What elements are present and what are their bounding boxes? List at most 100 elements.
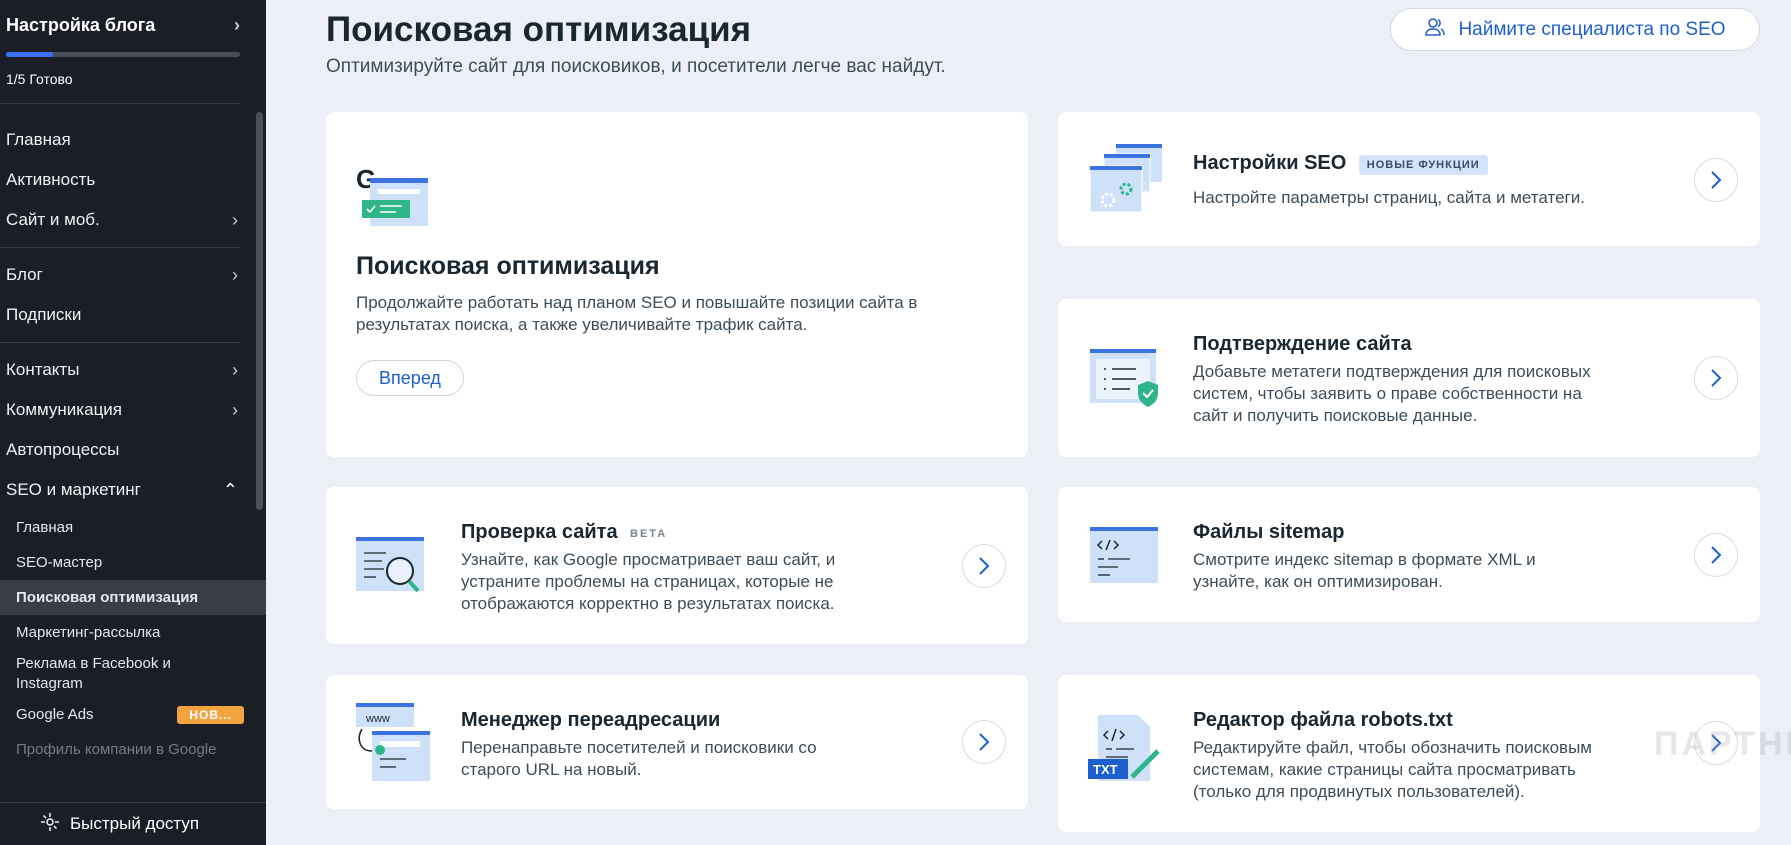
hero-card: G Поисковая оптимизация Продолжайте рабо… xyxy=(326,112,1028,457)
seo-search-illustration: G xyxy=(356,164,430,235)
sidebar-item[interactable]: Сайт и моб. › xyxy=(0,200,266,240)
desc-line: Перенаправьте посетителей и поисковики с… xyxy=(461,738,817,757)
site-verification-card[interactable]: Подтверждение сайта Добавьте метатеги по… xyxy=(1058,299,1760,457)
sitemap-illustration xyxy=(1090,527,1160,590)
sidebar-subitem[interactable]: Поисковая оптимизация xyxy=(0,580,266,615)
site-verification-illustration xyxy=(1090,349,1162,416)
sidebar: Настройка блога › 1/5 Готово Главная Акти… xyxy=(0,0,266,845)
sidebar-item[interactable]: Активность xyxy=(0,160,266,200)
desc-line: Добавьте метатеги подтверждения для поис… xyxy=(1193,362,1591,381)
redirect-illustration: www xyxy=(356,703,432,788)
setup-progress-text: 1/5 Готово xyxy=(6,71,73,87)
chevron-up-icon: ⌃ xyxy=(222,479,238,500)
redirect-manager-arrow-button[interactable] xyxy=(962,720,1006,764)
txt-label: TXT xyxy=(1093,762,1118,777)
seo-settings-desc: Настройте параметры страниц, сайта и мет… xyxy=(1193,188,1585,207)
sitemap-card[interactable]: Файлы sitemap Смотрите индекс sitemap в … xyxy=(1058,487,1760,622)
chevron-right-icon: › xyxy=(232,399,238,420)
sidebar-item[interactable]: SEO и маркетинг ⌃ xyxy=(0,470,266,510)
redirect-manager-card[interactable]: www Менеджер переадресации Перенаправьте… xyxy=(326,675,1028,809)
sidebar-item-label: Сайт и моб. xyxy=(6,210,100,229)
seo-settings-card[interactable]: Настройки SEO НОВЫЕ ФУНКЦИИ Настройте па… xyxy=(1058,112,1760,246)
chevron-right-icon xyxy=(1711,171,1722,189)
sidebar-item-label: Контакты xyxy=(6,360,80,379)
site-check-title: Проверка сайта xyxy=(461,521,618,543)
sidebar-subitem-label: Профиль компании в Google xyxy=(16,741,217,758)
new-features-badge: НОВЫЕ ФУНКЦИИ xyxy=(1358,154,1488,175)
desc-line: устраните проблемы на страницах, которые… xyxy=(461,572,834,591)
hero-title: Поисковая оптимизация xyxy=(356,252,660,280)
sidebar-subitem[interactable]: Главная xyxy=(0,510,266,545)
users-icon xyxy=(1424,16,1446,44)
desc-line: (только для продвинутых пользователей). xyxy=(1193,782,1525,801)
sitemap-title: Файлы sitemap xyxy=(1193,521,1345,543)
desc-line: сайт и получить поисковые данные. xyxy=(1193,406,1478,425)
sidebar-item-label: SEO и маркетинг xyxy=(6,480,141,499)
sidebar-item[interactable]: Коммуникация › xyxy=(0,390,266,430)
sidebar-subitem[interactable]: Google Ads НОВ... xyxy=(0,697,266,732)
chevron-right-icon: › xyxy=(232,209,238,230)
page-title: Поисковая оптимизация xyxy=(326,10,752,49)
sidebar-subitem-label: SEO-мастер xyxy=(16,554,103,571)
desc-line: узнайте, как он оптимизирован. xyxy=(1193,572,1443,591)
sidebar-item[interactable]: Автопроцессы xyxy=(0,430,266,470)
site-check-arrow-button[interactable] xyxy=(962,544,1006,588)
sidebar-scrollbar[interactable] xyxy=(256,112,263,510)
sidebar-item-label: Главная xyxy=(6,130,71,149)
setup-title: Настройка блога xyxy=(6,14,156,35)
sidebar-subitem[interactable]: SEO-мастер xyxy=(0,545,266,580)
sidebar-item-label: Активность xyxy=(6,170,96,189)
hero-description: Продолжайте работать над планом SEO и по… xyxy=(356,292,996,336)
sidebar-subitem-label: Маркетинг-рассылка xyxy=(16,624,161,641)
page-subtitle: Оптимизируйте сайт для поисковиков, и по… xyxy=(326,56,946,77)
sidebar-item-label: Автопроцессы xyxy=(6,440,120,459)
chevron-right-icon: › xyxy=(232,359,238,380)
find-seo-expert-button[interactable]: Наймите специалиста по SEO xyxy=(1390,8,1760,51)
sitemap-arrow-button[interactable] xyxy=(1694,533,1738,577)
beta-badge: BETA xyxy=(630,527,668,540)
desc-line: старого URL на новый. xyxy=(461,760,642,779)
site-verification-title: Подтверждение сайта xyxy=(1193,333,1412,355)
chevron-right-icon xyxy=(1711,546,1722,564)
seo-settings-title: Настройки SEO xyxy=(1193,152,1347,174)
new-badge: НОВ... xyxy=(177,705,244,724)
sparkle-icon xyxy=(40,812,60,837)
chevron-right-icon xyxy=(979,557,990,575)
sidebar-subitem[interactable]: Профиль компании в Google xyxy=(0,732,266,767)
desc-line: Редактируйте файл, чтобы обозначить поис… xyxy=(1193,738,1592,757)
quick-access-button[interactable]: Быстрый доступ xyxy=(0,802,266,845)
sidebar-subitem-label: Реклама в Facebook и Instagram xyxy=(16,654,171,692)
site-check-card[interactable]: Проверка сайта BETA Узнайте, как Google … xyxy=(326,487,1028,644)
sidebar-item[interactable]: Контакты › xyxy=(0,350,266,390)
robots-editor-illustration: TXT xyxy=(1088,715,1164,790)
robots-editor-desc: Редактируйте файл, чтобы обозначить поис… xyxy=(1193,737,1592,803)
sidebar-subitem[interactable]: Маркетинг-рассылка xyxy=(0,615,266,650)
sidebar-item[interactable]: Главная xyxy=(0,120,266,160)
sidebar-item-label: Коммуникация xyxy=(6,400,123,419)
go-button[interactable]: Вперед xyxy=(356,360,464,396)
chevron-right-icon: › xyxy=(232,264,238,285)
setup-panel[interactable]: Настройка блога › 1/5 Готово xyxy=(0,0,266,87)
www-label: www xyxy=(365,713,390,725)
hero-desc-line: Продолжайте работать над планом SEO и по… xyxy=(356,293,918,312)
setup-title-row[interactable]: Настройка блога › xyxy=(6,14,240,36)
desc-line: Смотрите индекс sitemap в формате XML и xyxy=(1193,550,1536,569)
hero-desc-line: результатах поиска, а также увеличивайте… xyxy=(356,315,808,334)
watermark: ПАРТНЕРКИН xyxy=(1654,725,1791,763)
quick-access-label: Быстрый доступ xyxy=(70,814,200,833)
sidebar-item[interactable]: Блог › xyxy=(0,255,266,295)
chevron-right-icon: › xyxy=(234,14,240,35)
sidebar-item-label: Подписки xyxy=(6,305,82,324)
redirect-manager-title: Менеджер переадресации xyxy=(461,709,721,731)
sidebar-subitem[interactable]: Реклама в Facebook и Instagram xyxy=(0,650,266,697)
site-verification-arrow-button[interactable] xyxy=(1694,356,1738,400)
desc-line: системам, какие страницы сайта просматри… xyxy=(1193,760,1576,779)
seo-settings-illustration xyxy=(1088,144,1164,219)
seo-settings-arrow-button[interactable] xyxy=(1694,158,1738,202)
setup-progress-bar xyxy=(6,52,240,57)
desc-line: систем, чтобы заявить о праве собственно… xyxy=(1193,384,1582,403)
sitemap-desc: Смотрите индекс sitemap в формате XML и … xyxy=(1193,549,1536,593)
sidebar-item[interactable]: Подписки xyxy=(0,295,266,335)
sidebar-subitem-label: Поисковая оптимизация xyxy=(16,589,199,606)
desc-line: Узнайте, как Google просматривает ваш са… xyxy=(461,550,836,569)
